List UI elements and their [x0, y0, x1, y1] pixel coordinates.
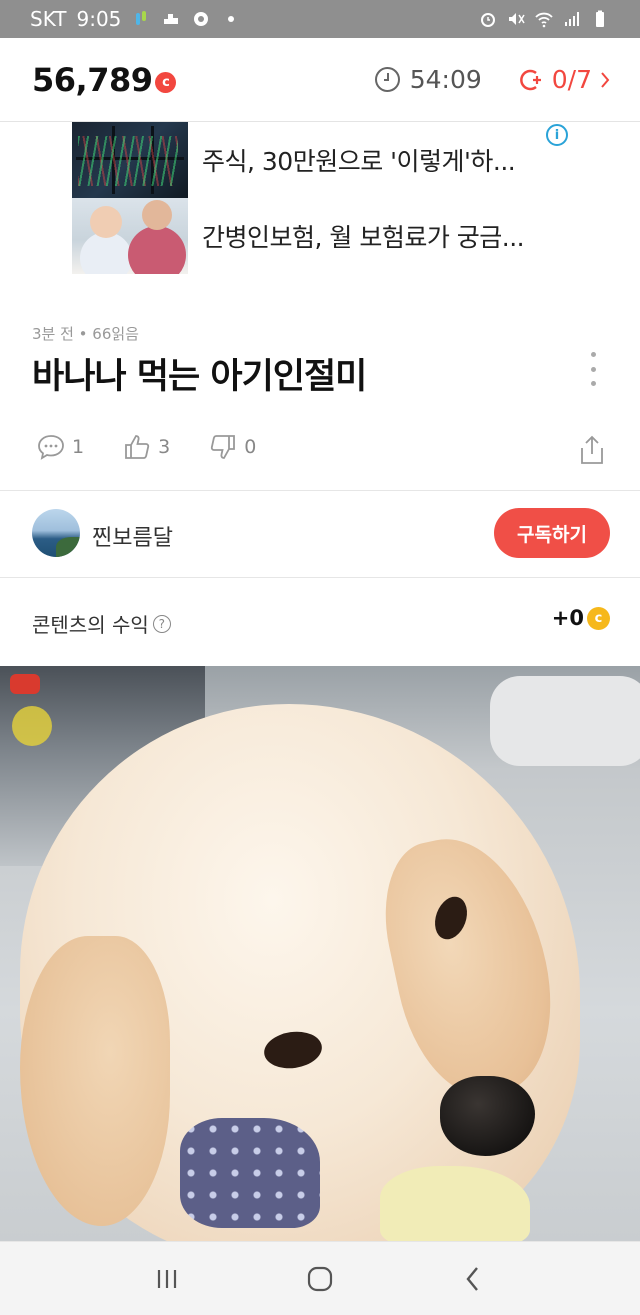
dot-notification-icon: [228, 16, 235, 22]
comment-button[interactable]: 1: [36, 432, 84, 462]
background-cushion: [490, 676, 640, 766]
battery-icon: [596, 10, 604, 27]
article-title: 바나나 먹는 아기인절미: [32, 357, 367, 397]
home-icon: [307, 1266, 333, 1291]
alarm-icon: [481, 13, 495, 27]
subscribe-button[interactable]: 구독하기: [494, 508, 610, 558]
timer-value: 54:09: [409, 65, 482, 94]
banana: [380, 1166, 530, 1241]
ad-item[interactable]: 간병인보험, 월 보험료가 궁금...: [72, 198, 572, 274]
home-button[interactable]: [300, 1259, 340, 1299]
reading-timer: 54:09: [374, 65, 482, 94]
signal-icon: [565, 12, 579, 26]
chevron-right-icon: [601, 71, 610, 88]
revenue-label: 콘텐츠의 수익: [32, 613, 149, 637]
revenue-label-group: 콘텐츠의 수익 ?: [32, 609, 171, 638]
ad-thumbnail: [72, 198, 188, 274]
system-nav-bar: [0, 1241, 640, 1315]
settings-notification-icon: [194, 12, 209, 26]
comment-count: 1: [72, 436, 85, 458]
help-icon[interactable]: ?: [152, 614, 171, 633]
puppy-ear: [20, 936, 170, 1226]
share-icon[interactable]: [578, 434, 606, 466]
recent-apps-button[interactable]: [147, 1259, 187, 1299]
points-display[interactable]: 56,789 c: [32, 60, 177, 99]
wifi-icon: [535, 12, 553, 28]
divider: [0, 577, 640, 578]
like-count: 3: [158, 436, 171, 458]
dislike-count: 0: [244, 436, 257, 458]
coin-plus-icon: [519, 69, 541, 90]
coin-icon: c: [155, 71, 177, 93]
revenue-value: +0: [551, 606, 584, 630]
article-photo[interactable]: [0, 666, 640, 1241]
ad-thumbnail: [72, 122, 188, 198]
revenue-value-group: +0 c: [552, 606, 610, 630]
ad-title: 주식, 30만원으로 '이렇게'하...: [202, 147, 516, 176]
more-options-icon[interactable]: [588, 352, 598, 386]
article-meta: 3분 전 • 66읽음: [32, 325, 139, 343]
points-value: 56,789: [32, 60, 153, 99]
like-button[interactable]: 3: [122, 432, 170, 462]
author-name[interactable]: 찐보름달: [92, 520, 173, 552]
status-time: 9:05: [76, 7, 122, 31]
author-avatar[interactable]: [32, 509, 80, 557]
dislike-button[interactable]: 0: [208, 432, 256, 462]
back-icon: [466, 1266, 479, 1291]
back-button[interactable]: [453, 1259, 493, 1299]
app-notification-icon: [136, 11, 147, 25]
mute-icon: [509, 13, 525, 25]
ad-list: 주식, 30만원으로 '이렇게'하... 간병인보험, 월 보험료가 궁금...: [72, 122, 572, 274]
ad-title: 간병인보험, 월 보험료가 궁금...: [202, 223, 525, 252]
thumbs-down-icon: [211, 435, 236, 459]
ad-item[interactable]: 주식, 30만원으로 '이렇게'하...: [72, 122, 572, 198]
comment-icon: [38, 435, 64, 460]
thumbs-up-icon: [125, 435, 150, 459]
reaction-bar: 1 3 0: [36, 432, 294, 462]
carrier-label: SKT: [30, 7, 67, 31]
toy: [180, 1118, 320, 1228]
reward-quota-button[interactable]: 0/7: [516, 65, 610, 94]
status-bar: SKT 9:05: [0, 0, 640, 38]
divider: [0, 490, 640, 491]
recent-apps-icon: [157, 1269, 176, 1288]
ad-info-icon[interactable]: i: [546, 124, 568, 146]
gallery-notification-icon: [164, 14, 179, 24]
points-header: 56,789 c 54:09 0/7: [0, 38, 640, 122]
clock-icon: [374, 67, 400, 92]
gold-coin-icon: c: [587, 606, 610, 630]
quota-value: 0/7: [551, 65, 592, 94]
